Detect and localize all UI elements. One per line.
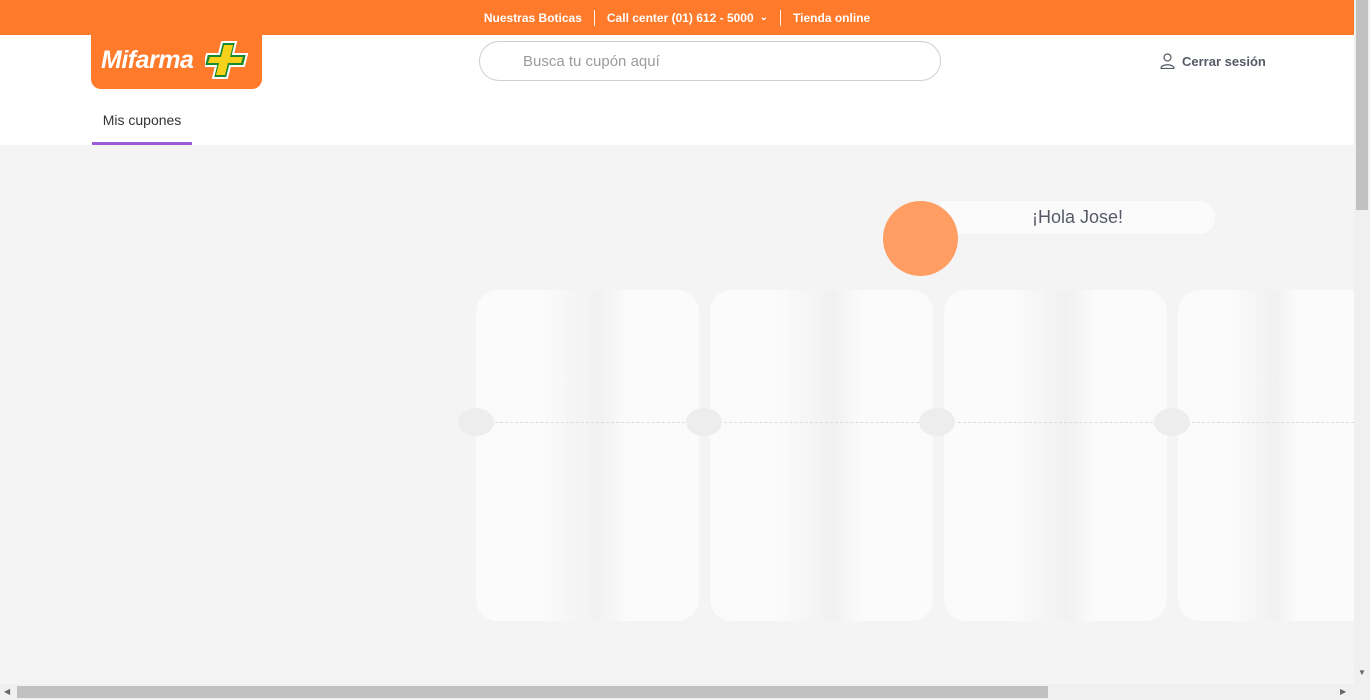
logout-button[interactable]: Cerrar sesión: [1160, 53, 1266, 69]
divider: [1192, 422, 1354, 423]
mifarma-logo[interactable]: Mifarma: [91, 33, 262, 89]
coupon-card[interactable]: [944, 290, 1167, 621]
search-input[interactable]: Busca tu cupón aquí: [479, 41, 941, 81]
greeting-banner: ¡Hola Jose!: [940, 201, 1215, 234]
coupon-notch: [919, 408, 955, 436]
divider: [958, 422, 1153, 423]
horizontal-scrollbar[interactable]: ◀ ▶: [0, 684, 1354, 700]
coupon-card[interactable]: [1178, 290, 1354, 621]
scrollbar-thumb[interactable]: [1356, 0, 1368, 210]
logout-label: Cerrar sesión: [1182, 53, 1266, 69]
coupon-notch: [1154, 408, 1190, 436]
stores-link-label: Nuestras Boticas: [483, 10, 582, 25]
tab-mis-cupones[interactable]: Mis cupones: [92, 97, 192, 145]
coupon-card[interactable]: [710, 290, 933, 621]
callcenter-dropdown[interactable]: Call center (01) 612 - 5000 ⌄: [595, 11, 780, 25]
scrollbar-corner: [1354, 684, 1370, 700]
avatar: [883, 201, 958, 276]
logo-text: Mifarma: [101, 46, 194, 74]
tab-label: Mis cupones: [102, 111, 182, 128]
divider: [724, 422, 919, 423]
coupon-notch: [686, 408, 722, 436]
scroll-down-icon[interactable]: ▼: [1358, 668, 1366, 677]
chevron-down-icon: ⌄: [759, 12, 769, 23]
store-online-label: Tienda online: [793, 10, 871, 25]
vertical-scrollbar[interactable]: ▼: [1354, 0, 1370, 684]
coupon-notch: [458, 408, 494, 436]
greeting-text: ¡Hola Jose!: [1031, 207, 1124, 227]
plus-cross-icon: [205, 41, 249, 79]
divider: [490, 422, 685, 423]
scroll-right-icon[interactable]: ▶: [1340, 687, 1346, 696]
user-icon: [1160, 53, 1175, 69]
callcenter-label: Call center (01) 612 - 5000: [606, 10, 754, 25]
store-online-link[interactable]: Tienda online: [781, 11, 882, 25]
top-bar: Nuestras Boticas Call center (01) 612 - …: [0, 0, 1354, 35]
header: Mifarma Busca tu cupón aquí Cerrar sesió…: [0, 33, 1354, 145]
scrollbar-thumb[interactable]: [17, 686, 1048, 698]
search-placeholder: Busca tu cupón aquí: [523, 52, 660, 70]
divider: [780, 9, 782, 26]
stores-link[interactable]: Nuestras Boticas: [472, 11, 594, 25]
coupon-card[interactable]: [476, 290, 699, 621]
divider: [593, 9, 595, 26]
scroll-left-icon[interactable]: ◀: [4, 687, 10, 696]
